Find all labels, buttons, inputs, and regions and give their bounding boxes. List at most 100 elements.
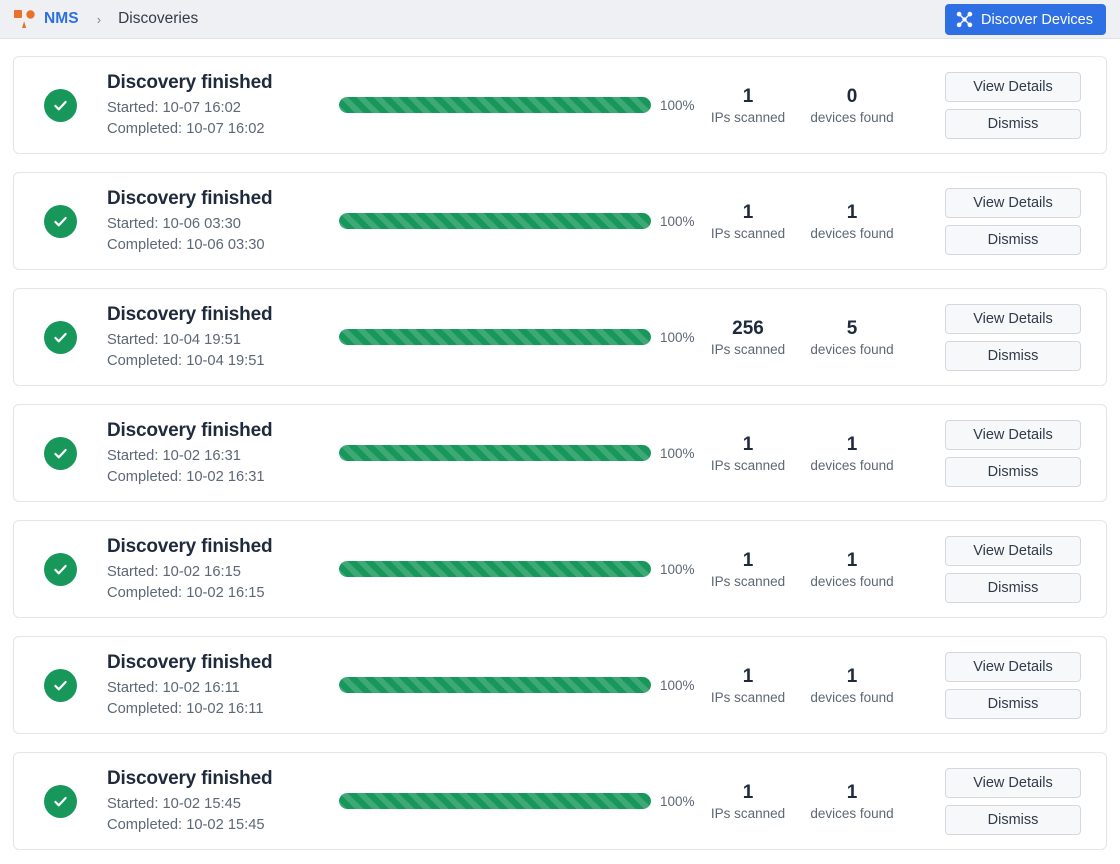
devices-found-value: 1 [800,548,904,574]
view-details-button[interactable]: View Details [945,72,1081,102]
progress-bar-fill [339,561,651,577]
status-indicator [14,205,107,238]
breadcrumb-separator-icon: › [97,12,101,27]
discovery-started: Started: 10-06 03:30 [107,214,339,235]
devices-found-label: devices found [800,225,904,243]
progress-bar-fill [339,329,651,345]
card-actions: View Details Dismiss [945,768,1081,835]
ips-scanned-value: 1 [696,780,800,806]
dismiss-button[interactable]: Dismiss [945,109,1081,139]
discovery-card: Discovery finished Started: 10-07 16:02 … [13,56,1107,154]
progress-bar-fill [339,97,651,113]
stat-ips-scanned: 1 IPs scanned [696,779,800,824]
stat-ips-scanned: 256 IPs scanned [696,315,800,360]
dismiss-button[interactable]: Dismiss [945,225,1081,255]
discover-devices-label: Discover Devices [981,12,1093,28]
devices-found-label: devices found [800,457,904,475]
card-actions: View Details Dismiss [945,72,1081,139]
progress-bar [339,561,651,577]
stat-devices-found: 1 devices found [800,547,904,592]
check-circle-icon [44,321,77,354]
devices-found-label: devices found [800,805,904,823]
discovery-started: Started: 10-07 16:02 [107,98,339,119]
devices-found-value: 1 [800,780,904,806]
view-details-button[interactable]: View Details [945,420,1081,450]
check-circle-icon [44,785,77,818]
progress-zone: 100% [339,97,696,113]
dismiss-button[interactable]: Dismiss [945,573,1081,603]
discovery-started: Started: 10-02 16:11 [107,678,339,699]
progress-zone: 100% [339,793,696,809]
view-details-button[interactable]: View Details [945,768,1081,798]
discovery-title: Discovery finished [107,767,339,791]
stat-devices-found: 1 devices found [800,431,904,476]
progress-zone: 100% [339,213,696,229]
stat-ips-scanned: 1 IPs scanned [696,431,800,476]
card-actions: View Details Dismiss [945,652,1081,719]
progress-bar [339,677,651,693]
devices-found-value: 0 [800,84,904,110]
discovery-info: Discovery finished Started: 10-02 16:31 … [107,417,339,488]
discovery-started: Started: 10-02 16:15 [107,562,339,583]
discovery-completed: Completed: 10-07 16:02 [107,119,339,140]
discovery-completed: Completed: 10-02 16:31 [107,467,339,488]
view-details-button[interactable]: View Details [945,304,1081,334]
dismiss-button[interactable]: Dismiss [945,341,1081,371]
progress-bar [339,445,651,461]
breadcrumb-current-discoveries: Discoveries [118,10,198,28]
stat-ips-scanned: 1 IPs scanned [696,547,800,592]
progress-bar-fill [339,793,651,809]
discovery-started: Started: 10-04 19:51 [107,330,339,351]
status-indicator [14,321,107,354]
devices-found-label: devices found [800,109,904,127]
progress-percent-label: 100% [660,214,696,229]
progress-zone: 100% [339,329,696,345]
discovery-title: Discovery finished [107,71,339,95]
discovery-card: Discovery finished Started: 10-06 03:30 … [13,172,1107,270]
card-actions: View Details Dismiss [945,304,1081,371]
network-topology-icon [956,11,973,28]
discovery-completed: Completed: 10-02 16:15 [107,583,339,604]
stat-ips-scanned: 1 IPs scanned [696,663,800,708]
progress-percent-label: 100% [660,330,696,345]
ips-scanned-label: IPs scanned [696,573,800,591]
dismiss-button[interactable]: Dismiss [945,805,1081,835]
ips-scanned-value: 256 [696,316,800,342]
view-details-button[interactable]: View Details [945,652,1081,682]
check-circle-icon [44,437,77,470]
progress-bar-fill [339,445,651,461]
breadcrumb-link-nms[interactable]: NMS [44,10,79,28]
discovery-card: Discovery finished Started: 10-02 16:11 … [13,636,1107,734]
progress-bar-fill [339,677,651,693]
dismiss-button[interactable]: Dismiss [945,689,1081,719]
devices-found-label: devices found [800,573,904,591]
progress-percent-label: 100% [660,678,696,693]
discovery-info: Discovery finished Started: 10-02 15:45 … [107,765,339,836]
check-circle-icon [44,205,77,238]
status-indicator [14,89,107,122]
discovery-card: Discovery finished Started: 10-02 16:31 … [13,404,1107,502]
discovery-card: Discovery finished Started: 10-04 19:51 … [13,288,1107,386]
devices-found-value: 1 [800,200,904,226]
discovery-info: Discovery finished Started: 10-02 16:11 … [107,649,339,720]
discovery-card: Discovery finished Started: 10-02 16:15 … [13,520,1107,618]
ips-scanned-label: IPs scanned [696,689,800,707]
stat-ips-scanned: 1 IPs scanned [696,199,800,244]
status-indicator [14,553,107,586]
ips-scanned-value: 1 [696,548,800,574]
dismiss-button[interactable]: Dismiss [945,457,1081,487]
stat-devices-found: 1 devices found [800,199,904,244]
view-details-button[interactable]: View Details [945,188,1081,218]
view-details-button[interactable]: View Details [945,536,1081,566]
discovery-info: Discovery finished Started: 10-07 16:02 … [107,69,339,140]
stat-ips-scanned: 1 IPs scanned [696,83,800,128]
stat-devices-found: 1 devices found [800,779,904,824]
stat-devices-found: 5 devices found [800,315,904,360]
check-circle-icon [44,669,77,702]
discover-devices-button[interactable]: Discover Devices [945,4,1106,35]
stat-devices-found: 0 devices found [800,83,904,128]
nms-nodes-logo-icon [13,9,35,29]
progress-percent-label: 100% [660,446,696,461]
progress-bar [339,793,651,809]
devices-found-value: 1 [800,664,904,690]
